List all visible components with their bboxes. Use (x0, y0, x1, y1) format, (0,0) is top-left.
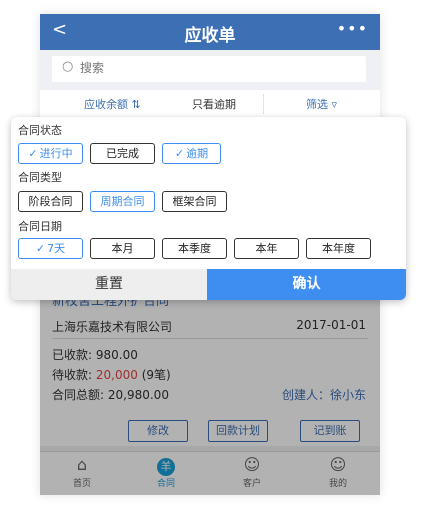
option-overdue[interactable]: ✓ 逾期 (162, 143, 221, 164)
option-stage-contract[interactable]: 阶段合同 (18, 191, 83, 212)
filter-bar: 应收余额 ⇅ 只看逾期 筛选 ▿ (40, 90, 380, 118)
option-fiscal-year[interactable]: 本年度 (306, 238, 371, 259)
check-icon: ✓ (174, 147, 185, 160)
status-section-title: 合同状态 (18, 124, 62, 137)
check-icon: ✓ (35, 242, 46, 255)
filter-button[interactable]: 筛选 ▿ (306, 96, 337, 112)
overdue-only-button[interactable]: 只看逾期 (192, 96, 236, 112)
search-box[interactable]: ○ (52, 56, 366, 82)
search-icon: ○ (62, 59, 74, 74)
date-section-title: 合同日期 (18, 220, 62, 233)
search-input[interactable] (78, 60, 342, 76)
page-title: 应收单 (184, 26, 236, 46)
option-in-progress[interactable]: ✓ 进行中 (18, 143, 83, 164)
option-this-quarter[interactable]: 本季度 (162, 238, 227, 259)
option-framework-contract[interactable]: 框架合同 (162, 191, 227, 212)
nav-bar: < 应收单 ••• (40, 14, 380, 50)
option-this-year[interactable]: 本年 (234, 238, 299, 259)
check-icon: ✓ (28, 147, 38, 160)
divider (263, 94, 264, 114)
type-section-title: 合同类型 (18, 171, 62, 184)
confirm-button[interactable]: 确认 (207, 269, 406, 300)
filter-panel: 合同状态 ✓ 进行中 已完成 ✓ 逾期 合同类型 阶段合同 周期合同 框架合同 合同… (11, 117, 406, 300)
option-this-month[interactable]: 本月 (90, 238, 155, 259)
sort-balance-button[interactable]: 应收余额 ⇅ (84, 96, 141, 112)
reset-button[interactable]: 重置 (11, 269, 207, 300)
search-bar: ○ (40, 50, 380, 90)
option-period-contract[interactable]: 周期合同 (90, 191, 155, 212)
more-icon[interactable]: ••• (337, 19, 368, 38)
option-completed[interactable]: 已完成 (90, 143, 155, 164)
option-7-days[interactable]: ✓ 7天 (18, 238, 83, 259)
